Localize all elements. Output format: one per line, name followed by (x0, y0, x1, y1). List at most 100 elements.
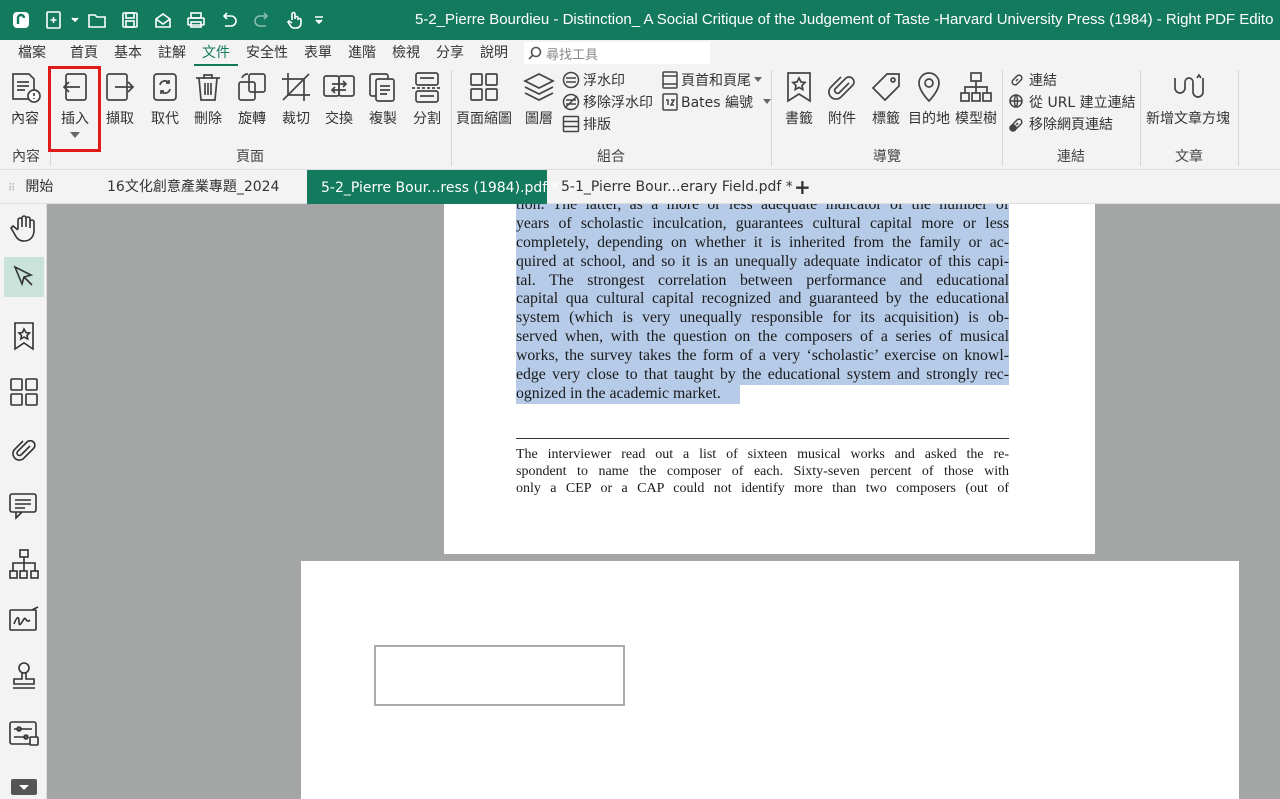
stamp-panel-button[interactable] (4, 656, 44, 696)
tab-document-1[interactable]: 16文化創意產業專題_2024 (107, 170, 297, 204)
replace-label: 取代 (151, 111, 179, 127)
page-group-label: 頁面 (236, 149, 264, 165)
comments-panel-button[interactable] (4, 486, 44, 526)
menu-basic[interactable]: 基本 (106, 40, 150, 66)
new-tab-plus-icon[interactable]: + (794, 170, 814, 204)
menu-advanced[interactable]: 進階 (340, 40, 384, 66)
pdf-page[interactable]: tion. The latter, as a more or less adeq… (444, 204, 1095, 554)
menu-bar: 檔案 首頁 基本 註解 文件 安全性 表單 進階 檢視 分享 說明 尋找工具 (0, 40, 1280, 66)
page-thumbnails-button[interactable]: 頁面縮圖 (456, 70, 512, 128)
more-tools-button[interactable] (4, 776, 44, 798)
bates-number-button[interactable]: Bates 編號 (662, 92, 774, 112)
rotate-page-button[interactable]: 旋轉 (235, 70, 269, 128)
model-tree-panel-button[interactable] (4, 544, 44, 584)
attachment-button[interactable]: 附件 (825, 70, 859, 128)
layers-label: 圖層 (525, 111, 553, 127)
tab-label: 5-1_Pierre Bour...erary Field.pdf * (561, 179, 793, 195)
tool-search-input[interactable]: 尋找工具 (524, 42, 710, 64)
attachments-panel-button[interactable] (4, 430, 44, 470)
replace-page-icon (153, 73, 177, 101)
header-footer-icon (662, 71, 678, 89)
destination-button[interactable]: 目的地 (908, 70, 950, 128)
header-footer-button[interactable]: 頁首和頁尾 (662, 70, 765, 90)
rotate-label: 旋轉 (238, 111, 266, 127)
menu-share[interactable]: 分享 (428, 40, 472, 66)
duplicate-page-button[interactable]: 複製 (366, 70, 400, 128)
bookmark-icon (787, 72, 811, 103)
tag-button[interactable]: 標籤 (869, 70, 903, 128)
rotate-page-icon (238, 73, 266, 101)
replace-page-button[interactable]: 取代 (148, 70, 182, 128)
swap-page-button[interactable]: 交換 (322, 70, 356, 128)
paperclip-icon (12, 439, 36, 461)
open-folder-icon[interactable] (80, 4, 113, 36)
menu-annotate[interactable]: 註解 (150, 40, 194, 66)
extract-page-button[interactable]: 擷取 (103, 70, 137, 128)
model-tree-button[interactable]: 模型樹 (955, 70, 997, 128)
menu-security[interactable]: 安全性 (238, 40, 296, 66)
menu-home[interactable]: 首頁 (62, 40, 106, 66)
text-line: edge very close to that taught by the ed… (516, 366, 1009, 385)
tab-start[interactable]: ⠿ 開始 (0, 170, 92, 204)
layout-button[interactable]: 排版 (562, 114, 611, 134)
save-icon[interactable] (113, 4, 146, 36)
remove-watermark-button[interactable]: 移除浮水印 (562, 92, 653, 112)
tab-start-label: 開始 (25, 179, 54, 195)
redo-icon[interactable] (245, 4, 278, 36)
layers-button[interactable]: 圖層 (522, 70, 556, 128)
footnote-block[interactable]: The interviewer read out a list of sixte… (516, 446, 1009, 497)
watermark-button[interactable]: 浮水印 (562, 70, 625, 90)
dropdown-arrow-icon[interactable] (70, 4, 80, 36)
tab-label: 16文化創意產業專題_2024 (107, 179, 280, 195)
remove-web-link-button[interactable]: 移除網頁連結 (1008, 114, 1113, 134)
selected-text-block[interactable]: tion. The latter, as a more or less adeq… (516, 204, 1009, 404)
hand-tool-button[interactable] (4, 209, 44, 249)
quick-access-toolbar (0, 4, 327, 36)
email-icon[interactable] (146, 4, 179, 36)
form-field-box[interactable] (374, 645, 625, 706)
crop-label: 裁切 (282, 111, 310, 127)
menu-forms[interactable]: 表單 (296, 40, 340, 66)
new-document-icon[interactable] (37, 4, 70, 36)
insert-page-button[interactable]: 插入 (58, 70, 92, 139)
pdf-page[interactable] (301, 561, 1239, 799)
delete-page-button[interactable]: 刪除 (191, 70, 225, 128)
hand-icon (9, 215, 35, 242)
crop-page-button[interactable]: 裁切 (279, 70, 313, 128)
header-footer-label: 頁首和頁尾 (681, 73, 751, 89)
content-button[interactable]: 內容 (8, 70, 42, 128)
split-page-button[interactable]: 分割 (410, 70, 444, 128)
menu-document[interactable]: 文件 (194, 40, 238, 66)
tab-document-active[interactable]: 5-2_Pierre Bour...ress (1984).pdf * ✕ (307, 170, 580, 204)
bookmarks-panel-button[interactable] (4, 316, 44, 356)
link-button[interactable]: 連結 (1008, 70, 1057, 90)
crop-icon (282, 73, 310, 101)
hand-tool-icon[interactable] (278, 4, 311, 36)
menu-file[interactable]: 檔案 (10, 40, 54, 66)
combine-group-label: 組合 (597, 149, 625, 165)
model-tree-icon (960, 72, 992, 102)
settings-panel-button[interactable] (4, 714, 44, 754)
undo-icon[interactable] (212, 4, 245, 36)
duplicate-label: 複製 (369, 111, 397, 127)
bookmark-button[interactable]: 書籤 (782, 70, 816, 128)
customize-toolbar-icon[interactable] (311, 4, 327, 36)
add-article-box-button[interactable]: 新增文章方塊 (1146, 70, 1230, 128)
remove-watermark-icon (562, 93, 580, 111)
print-icon[interactable] (179, 4, 212, 36)
extract-label: 擷取 (106, 111, 134, 127)
tab-document-3[interactable]: 5-1_Pierre Bour...erary Field.pdf * (561, 170, 793, 204)
group-separator (1140, 70, 1141, 166)
remove-link-icon (1009, 118, 1023, 132)
menu-help[interactable]: 說明 (472, 40, 516, 66)
signature-panel-button[interactable] (4, 600, 44, 640)
tool-search-placeholder: 尋找工具 (546, 47, 599, 63)
search-icon (528, 46, 542, 60)
select-tool-button[interactable] (4, 257, 44, 297)
text-line: capital qua cultural capital recognized … (516, 290, 1009, 310)
title-bar: 5-2_Pierre Bourdieu - Distinction_ A Soc… (0, 0, 1280, 40)
create-link-from-url-button[interactable]: 從 URL 建立連結 (1008, 92, 1136, 112)
app-logo-icon[interactable] (4, 4, 37, 36)
thumbnails-panel-button[interactable] (4, 372, 44, 412)
menu-view[interactable]: 檢視 (384, 40, 428, 66)
